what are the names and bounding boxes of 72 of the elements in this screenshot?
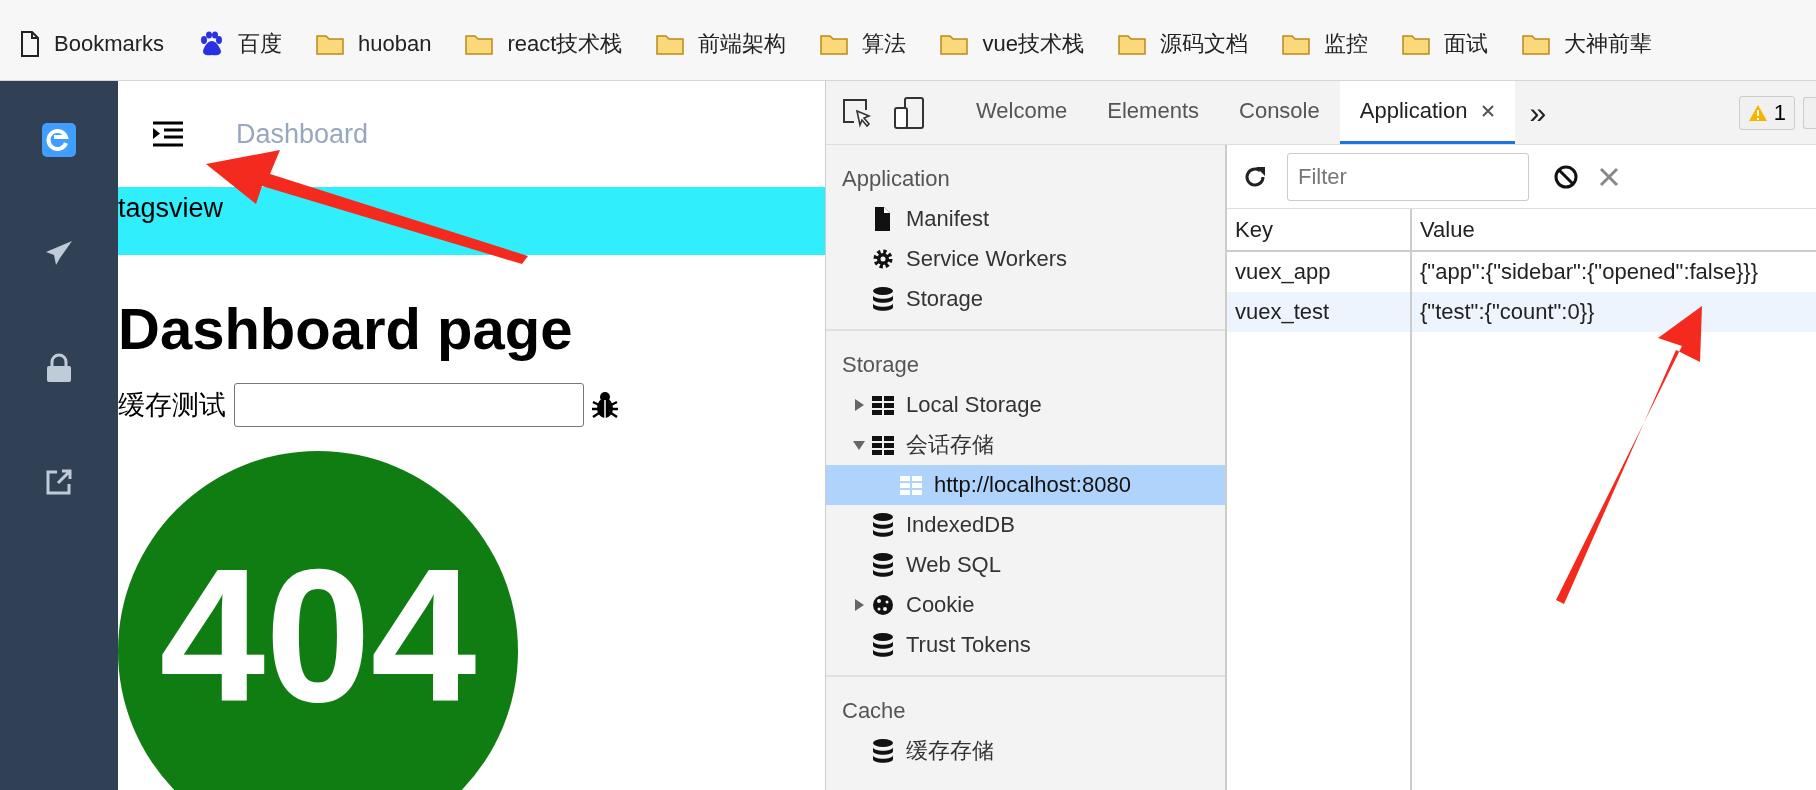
input-field[interactable]: [234, 382, 584, 427]
cookie-icon: [872, 592, 894, 618]
bookmark-link[interactable]: huoban: [358, 31, 432, 57]
folder-icon: [465, 33, 494, 55]
bookmark-link[interactable]: 大神前辈: [1563, 29, 1652, 59]
tree-item[interactable]: Cookie: [826, 585, 1225, 625]
bookmark-link[interactable]: 源码文档: [1159, 29, 1248, 59]
device-toolbar-icon[interactable]: [894, 96, 924, 129]
section-title: Application: [841, 165, 951, 193]
field-label: 缓存测试: [118, 388, 226, 422]
tree-item[interactable]: Manifest: [826, 199, 1225, 239]
filter-field[interactable]: Filter: [1287, 152, 1529, 201]
page-heading: Dashboard page: [118, 297, 574, 361]
error-404-illustration: 404: [118, 450, 518, 790]
section-title: Cache: [841, 697, 907, 725]
bookmark-link[interactable]: 前端架构: [698, 29, 787, 59]
folder-icon: [656, 33, 685, 55]
bookmark-link[interactable]: 百度: [238, 29, 283, 59]
database-icon: [872, 738, 894, 764]
database-icon: [872, 512, 894, 538]
folder-icon: [316, 33, 345, 55]
database-icon: [872, 552, 894, 578]
tree-item[interactable]: Service Workers: [826, 239, 1225, 279]
folder-icon: [940, 33, 969, 55]
tree-item[interactable]: IndexedDB: [826, 505, 1225, 545]
inspect-icon[interactable]: [842, 97, 872, 128]
folder-icon: [1521, 33, 1550, 55]
warning-icon: [1747, 103, 1768, 122]
clear-all-icon[interactable]: [1553, 163, 1579, 190]
database-icon: [872, 286, 894, 312]
devtools-tab[interactable]: Console: [1219, 81, 1340, 144]
page-icon: [20, 31, 40, 57]
column-header[interactable]: Key: [1227, 209, 1412, 250]
external-link-icon[interactable]: [45, 468, 73, 496]
folder-icon: [1281, 33, 1310, 55]
menu-icon[interactable]: [152, 121, 184, 147]
database-icon: [872, 632, 894, 658]
bug-icon: [590, 389, 620, 420]
bookmark-link[interactable]: 监控: [1323, 29, 1368, 59]
column-header[interactable]: Value: [1412, 209, 1475, 250]
more-tabs-button[interactable]: »: [1529, 95, 1547, 130]
devtools-tab[interactable]: Application: [1339, 81, 1516, 144]
bookmark-link[interactable]: 面试: [1443, 29, 1488, 59]
tagsview-label: tagsview: [118, 192, 224, 224]
bookmark-link[interactable]: 算法: [862, 29, 907, 59]
folder-icon: [820, 33, 849, 55]
bookmark-link[interactable]: Bookmarks: [54, 31, 165, 57]
section-title: Storage: [841, 351, 921, 379]
devtools-tab[interactable]: Elements: [1087, 81, 1219, 144]
warnings-counter[interactable]: 1: [1738, 95, 1795, 130]
refresh-icon[interactable]: [1243, 164, 1267, 189]
tree-item[interactable]: Web SQL: [826, 545, 1225, 585]
table-row[interactable]: vuex_test {"test":{"count":0}}: [1227, 292, 1816, 332]
folder-icon: [1401, 33, 1430, 55]
tree-item[interactable]: 会话存储: [826, 425, 1225, 465]
bookmark-link[interactable]: vue技术栈: [982, 29, 1084, 59]
tree-item[interactable]: Local Storage: [826, 385, 1225, 425]
tree-item[interactable]: 缓存存储: [826, 731, 1225, 771]
bookmark-link[interactable]: react技术栈: [507, 29, 623, 59]
tree-item[interactable]: Trust Tokens: [826, 625, 1225, 665]
disclosure-triangle-icon[interactable]: [852, 438, 866, 452]
close-icon[interactable]: [1481, 104, 1496, 118]
disclosure-triangle-icon[interactable]: [852, 598, 866, 612]
tree-item[interactable]: http://localhost:8080: [826, 465, 1225, 505]
logo-icon[interactable]: [42, 123, 76, 157]
lock-icon[interactable]: [44, 353, 74, 383]
close-icon[interactable]: [1599, 166, 1619, 187]
tree-item[interactable]: Storage: [826, 279, 1225, 319]
folder-icon: [1117, 33, 1146, 55]
devtools-tab[interactable]: Welcome: [956, 81, 1088, 144]
disclosure-triangle-icon[interactable]: [852, 398, 866, 412]
paw-icon: [198, 31, 225, 57]
